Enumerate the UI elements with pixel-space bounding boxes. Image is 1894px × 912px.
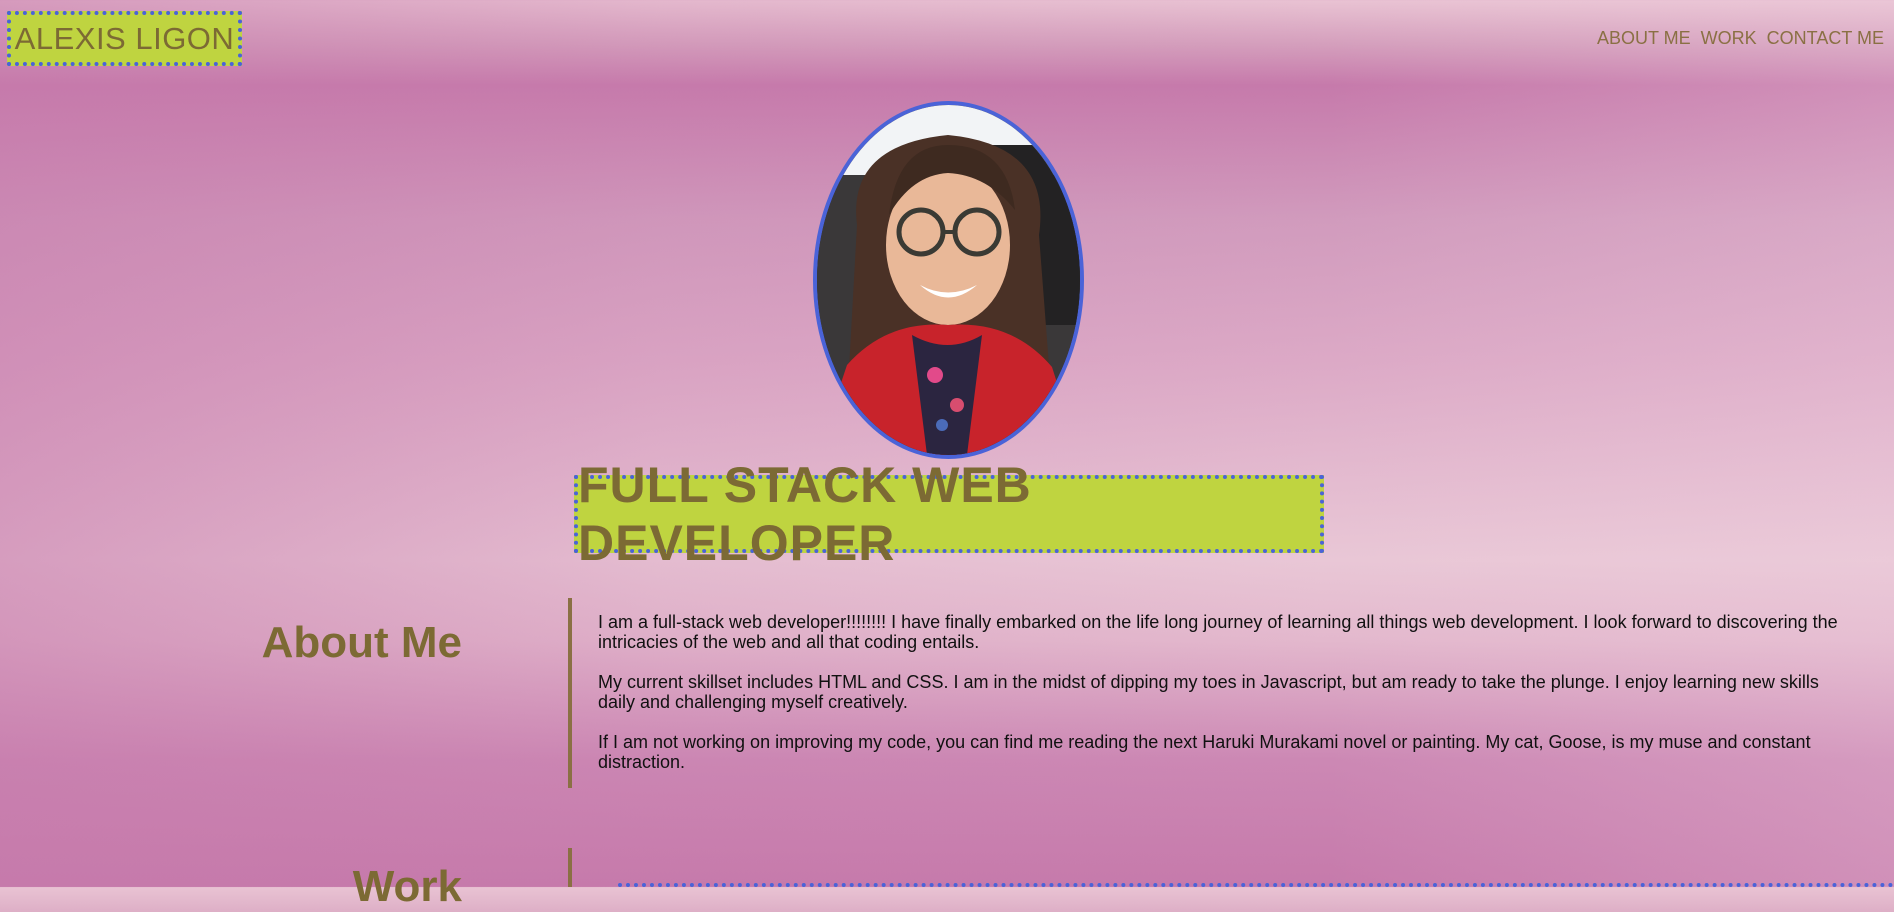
- logo-text: ALEXIS LIGON: [14, 20, 235, 56]
- work-divider: [568, 848, 572, 887]
- nav-work-link[interactable]: WORK: [1701, 28, 1757, 49]
- about-paragraph: I am a full-stack web developer!!!!!!!! …: [598, 612, 1838, 652]
- work-section-title: Work: [352, 862, 462, 911]
- nav-about-me-link[interactable]: ABOUT ME: [1597, 28, 1691, 49]
- about-body: I am a full-stack web developer!!!!!!!! …: [598, 612, 1838, 792]
- work-card-top-border: [618, 883, 1894, 887]
- nav-contact-me-link[interactable]: CONTACT ME: [1767, 28, 1884, 49]
- profile-photo: [813, 101, 1084, 459]
- site-logo[interactable]: ALEXIS LIGON: [7, 11, 242, 66]
- about-paragraph: My current skillset includes HTML and CS…: [598, 672, 1819, 712]
- hero-headline: FULL STACK WEB DEVELOPER: [574, 457, 1324, 571]
- hero-headline-text: FULL STACK WEB DEVELOPER: [578, 457, 1032, 571]
- about-paragraph: If I am not working on improving my code…: [598, 732, 1811, 772]
- about-section-title: About Me: [261, 618, 462, 667]
- about-divider: [568, 598, 572, 788]
- main-nav: ABOUT ME WORK CONTACT ME: [1597, 28, 1884, 49]
